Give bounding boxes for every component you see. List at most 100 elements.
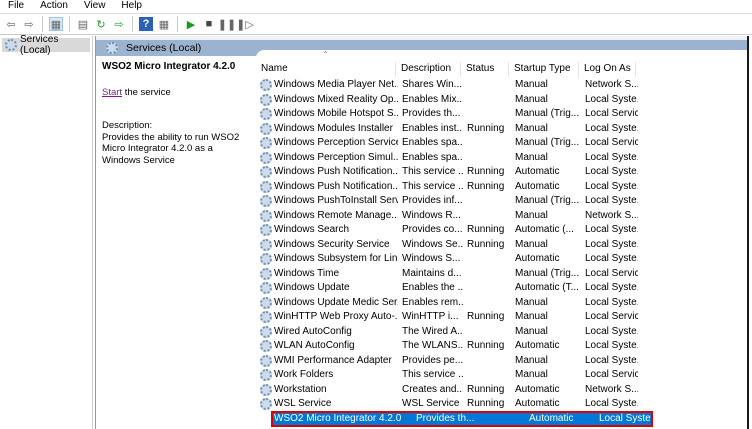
table-row[interactable]: Work Folders This service ... Manual Local …	[258, 368, 652, 383]
cell-description: Shares Win...	[402, 79, 463, 90]
cell-startup-type: Manual	[515, 122, 548, 134]
separator	[69, 16, 70, 32]
cell-name: WSO2 Micro Integrator 4.2.0	[272, 412, 412, 427]
table-row[interactable]: Windows Push Notification... This service…	[258, 165, 652, 180]
cell-log-on-as: Local Syste...	[585, 354, 638, 366]
cell-name: Windows Subsystem for Lin...	[258, 252, 398, 267]
menu-action[interactable]: Action	[32, 0, 76, 13]
column-header-status[interactable]: Status	[461, 62, 509, 77]
cell-name: WSL Service	[258, 397, 398, 412]
cell-name: Windows Remote Manage...	[258, 209, 398, 224]
cell-description: Enables rem...	[402, 296, 463, 308]
table-row[interactable]: Windows PushToInstall Serv... Provides in…	[258, 194, 652, 209]
cell-startup-type: Manual (Trig...	[515, 195, 580, 206]
stop-service-icon[interactable]: ■	[202, 17, 216, 31]
menu-file[interactable]: File	[0, 0, 32, 13]
forward-icon[interactable]: ⇨	[22, 17, 36, 31]
cell-startup-type: Manual (Trig...	[515, 108, 580, 119]
console-tree: Services (Local)	[0, 34, 93, 429]
tree-item-label: Services (Local)	[20, 34, 59, 56]
cell-log-on-as: Network S...	[585, 383, 638, 395]
cell-log-on-as: Local Service	[585, 137, 638, 148]
back-icon[interactable]: ⇦	[4, 17, 18, 31]
table-row[interactable]: Windows Perception Simul... Enables spa..…	[258, 151, 652, 166]
table-row[interactable]: Windows Security Service Windows Se... Run…	[258, 238, 652, 253]
table-row[interactable]: Windows Time Maintains d... Manual (Trig..…	[258, 267, 652, 282]
service-gear-icon	[260, 122, 272, 135]
table-row[interactable]: WinHTTP Web Proxy Auto-... WinHTTP i... Ru…	[258, 310, 652, 325]
cell-startup-type: Automatic	[515, 253, 560, 264]
table-row[interactable]: Windows Perception Service Enables spa...…	[258, 136, 652, 151]
start-service-link[interactable]: Start	[102, 87, 122, 98]
cell-startup-type: Manual	[515, 79, 548, 90]
column-header-log-on-as[interactable]: Log On As	[579, 62, 636, 77]
start-service-icon[interactable]: ▶	[184, 17, 198, 31]
table-row[interactable]: WSL Service WSL Service Running Automatic Lo…	[258, 397, 652, 412]
cell-startup-type: Manual	[515, 209, 548, 221]
table-row[interactable]: Windows Remote Manage... Windows R... Manu…	[258, 209, 652, 224]
cell-name: Windows Media Player Net...	[258, 78, 398, 93]
table-row[interactable]: Windows Subsystem for Lin... Windows S...…	[258, 252, 652, 267]
table-row[interactable]: Windows Search Provides co... Running Autom…	[258, 223, 652, 238]
service-gear-icon	[260, 398, 272, 411]
cell-description: WSL Service	[402, 398, 460, 409]
service-name: Windows Remote Manage...	[274, 209, 398, 221]
tree-item-services-local[interactable]: Services (Local)	[2, 34, 90, 56]
cell-startup-type: Automatic	[515, 340, 560, 351]
export-list-icon[interactable]: ⇨	[112, 17, 126, 31]
service-name: Windows Update Medic Ser...	[274, 296, 398, 308]
table-row[interactable]: Windows Mobile Hotspot S... Provides th..…	[258, 107, 652, 122]
cell-status	[463, 267, 511, 282]
column-header-name[interactable]: Name	[256, 62, 396, 77]
properties-icon[interactable]: ▤	[76, 17, 90, 31]
cell-status: Running	[467, 224, 505, 235]
show-hide-tree-icon[interactable]: ▦	[49, 17, 63, 31]
cell-description: This service ...	[402, 369, 463, 380]
pause-service-icon[interactable]: ❚❚	[218, 17, 236, 31]
table-row[interactable]: Workstation Creates and... Running Automati…	[258, 383, 652, 398]
cell-startup-type: Manual	[515, 325, 548, 337]
cell-log-on-as: Local Syste...	[585, 325, 638, 337]
table-row[interactable]: Windows Push Notification... This service…	[258, 180, 652, 195]
service-title: WSO2 Micro Integrator 4.2.0	[102, 61, 236, 72]
service-name: Workstation	[274, 383, 327, 395]
column-header-description[interactable]: Description	[396, 62, 461, 77]
cell-description: The WLANS...	[402, 340, 463, 351]
cell-log-on-as: Local Syste...	[585, 93, 638, 105]
cell-log-on-as: Local Syste...	[585, 238, 638, 250]
console-icon[interactable]: ▦	[157, 17, 171, 31]
restart-service-icon[interactable]: ❚▷	[236, 17, 254, 31]
column-headers: Name Description Status Startup Type Log…	[256, 62, 636, 78]
table-row[interactable]: WLAN AutoConfig The WLANS... Running Automa…	[258, 339, 652, 354]
service-gear-icon	[260, 282, 272, 295]
column-header-startup-type[interactable]: Startup Type	[509, 62, 579, 77]
service-gear-icon	[260, 166, 272, 179]
cell-description: The Wired A...	[402, 325, 463, 337]
table-row[interactable]: Windows Update Medic Ser... Enables rem..…	[258, 296, 652, 311]
table-row[interactable]: Wired AutoConfig The Wired A... Manual Loca…	[258, 325, 652, 340]
table-row-selected[interactable]: WSO2 Micro Integrator 4.2.0 Provides th..…	[271, 410, 653, 427]
cell-status	[463, 151, 511, 166]
service-gear-icon	[260, 151, 272, 164]
service-name: Windows Time	[274, 267, 340, 279]
menu-view[interactable]: View	[76, 0, 114, 13]
table-row[interactable]: Windows Update Enables the ... Automatic (…	[258, 281, 652, 296]
refresh-icon[interactable]: ↻	[94, 17, 108, 31]
cell-log-on-as: Local Service	[585, 311, 638, 322]
table-row[interactable]: Windows Mixed Reality Op... Enables Mix..…	[258, 93, 652, 108]
cell-description: Windows R...	[402, 209, 461, 221]
cell-description: Windows Se...	[402, 238, 463, 250]
menu-help[interactable]: Help	[113, 0, 150, 13]
service-name: Work Folders	[274, 369, 334, 380]
table-row[interactable]: WMI Performance Adapter Provides pe... Man…	[258, 354, 652, 369]
cell-log-on-as: Local Syste...	[585, 224, 638, 235]
cell-name: Windows Modules Installer	[258, 122, 398, 137]
cell-startup-type: Manual	[515, 93, 548, 105]
table-row[interactable]: Windows Modules Installer Enables inst...…	[258, 122, 652, 137]
separator	[177, 16, 178, 32]
help-icon[interactable]: ?	[139, 17, 153, 31]
cell-log-on-as: Network S...	[585, 79, 638, 90]
cell-status	[463, 194, 511, 209]
cell-status	[463, 136, 511, 151]
table-row[interactable]: Windows Media Player Net... Shares Win...…	[258, 78, 652, 93]
